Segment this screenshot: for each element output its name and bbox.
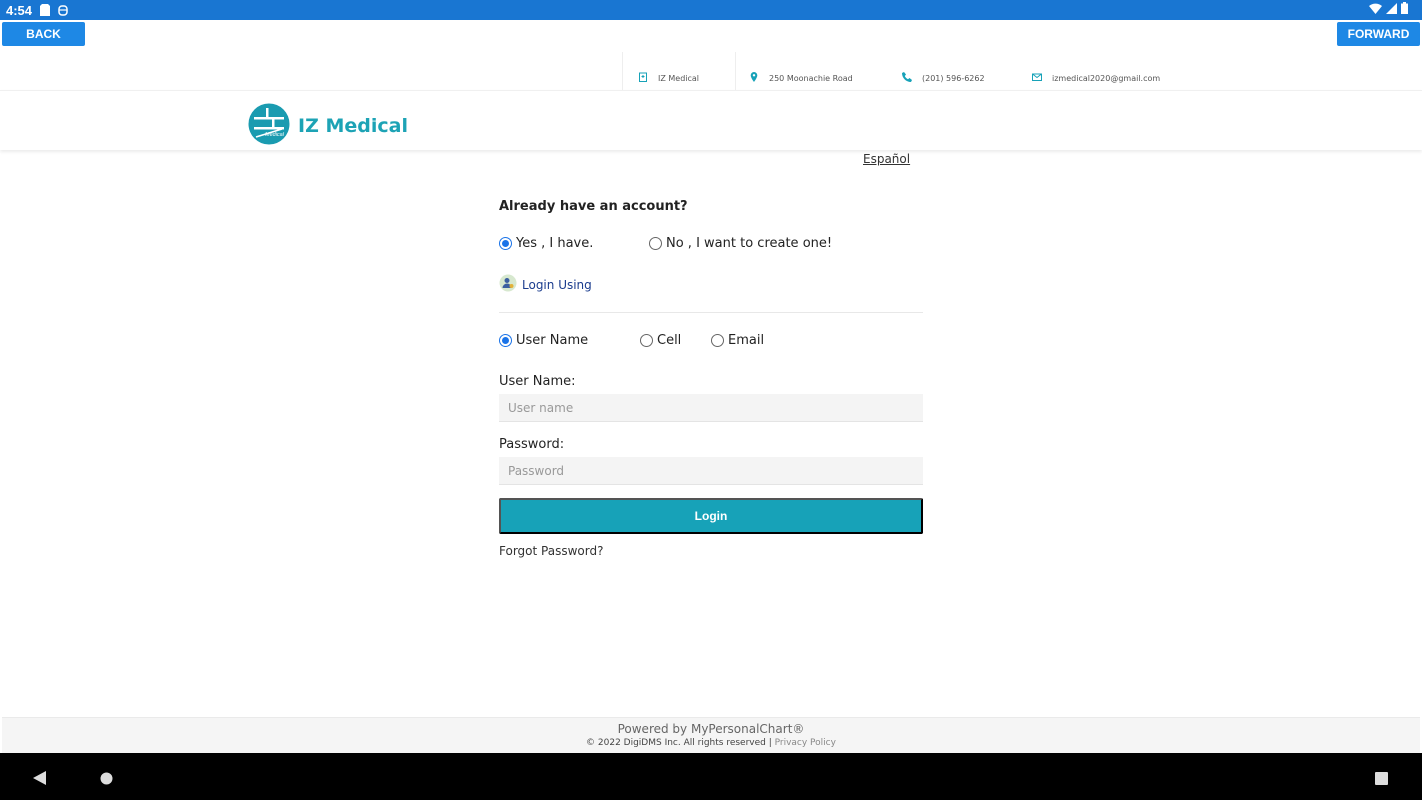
radio-label: User Name bbox=[516, 333, 589, 348]
back-button[interactable]: BACK bbox=[2, 22, 85, 46]
home-circle-icon[interactable] bbox=[100, 770, 113, 789]
battery-icon bbox=[1401, 2, 1408, 17]
system-nav-bar bbox=[0, 753, 1422, 800]
copyright-line: © 2022 DigiDMS Inc. All rights reserved … bbox=[2, 738, 1420, 748]
username-input[interactable]: User name bbox=[499, 394, 923, 422]
logo-icon: Medical bbox=[248, 103, 290, 149]
account-question: Already have an account? bbox=[499, 199, 688, 214]
hospital-icon bbox=[638, 72, 648, 84]
brand-name: IZ Medical bbox=[298, 115, 408, 137]
divider bbox=[735, 52, 736, 90]
divider bbox=[622, 52, 623, 90]
radio-method-cell[interactable]: Cell bbox=[640, 333, 681, 348]
sd-card-icon bbox=[40, 4, 51, 16]
radio-label: Email bbox=[728, 333, 765, 348]
radio-label: Cell bbox=[657, 333, 682, 348]
status-bar: 4:54 bbox=[0, 0, 1422, 20]
contact-email-text: izmedical2020@gmail.com bbox=[1052, 73, 1161, 83]
radio-button[interactable] bbox=[640, 334, 653, 347]
status-time: 4:54 bbox=[6, 2, 33, 18]
logo-small-text: Medical bbox=[265, 132, 285, 138]
footer: Powered by MyPersonalChart® © 2022 DigiD… bbox=[2, 717, 1420, 753]
site-header: Medical IZ Medical bbox=[0, 90, 1422, 150]
forward-button[interactable]: FORWARD bbox=[1337, 22, 1420, 46]
debug-icon bbox=[58, 4, 68, 16]
envelope-icon bbox=[1032, 72, 1042, 84]
divider bbox=[499, 312, 923, 313]
login-using-label: Login Using bbox=[522, 277, 592, 292]
username-label: User Name: bbox=[499, 374, 576, 389]
contact-email[interactable]: izmedical2020@gmail.com bbox=[1032, 72, 1160, 84]
contact-address: 250 Moonachie Road bbox=[749, 72, 853, 84]
recents-square-icon[interactable] bbox=[1375, 770, 1388, 789]
radio-method-email[interactable]: Email bbox=[711, 333, 764, 348]
radio-label: Yes , I have. bbox=[516, 236, 594, 251]
signal-icon bbox=[1386, 2, 1397, 17]
contact-bar: IZ Medical 250 Moonachie Road (201) 596-… bbox=[0, 52, 1422, 90]
login-using: Login Using bbox=[499, 274, 592, 295]
radio-method-username[interactable]: User Name bbox=[499, 333, 588, 348]
radio-create-account[interactable]: No , I want to create one! bbox=[649, 236, 832, 251]
forgot-password-link[interactable]: Forgot Password? bbox=[499, 544, 603, 558]
password-label: Password: bbox=[499, 437, 565, 452]
powered-by: Powered by MyPersonalChart® bbox=[617, 722, 805, 736]
language-link[interactable]: Español bbox=[863, 152, 910, 166]
phone-icon bbox=[902, 72, 912, 84]
logo[interactable]: Medical IZ Medical bbox=[248, 103, 408, 149]
radio-button[interactable] bbox=[649, 237, 662, 250]
radio-yes-have-account[interactable]: Yes , I have. bbox=[499, 236, 593, 251]
contact-address-text: 250 Moonachie Road bbox=[769, 73, 853, 83]
radio-label: No , I want to create one! bbox=[666, 236, 833, 251]
user-key-icon bbox=[499, 274, 517, 295]
radio-button[interactable] bbox=[711, 334, 724, 347]
contact-clinic-text: IZ Medical bbox=[658, 73, 700, 83]
privacy-policy-link[interactable]: Privacy Policy bbox=[775, 738, 836, 748]
radio-button[interactable] bbox=[499, 237, 512, 250]
wifi-icon bbox=[1369, 3, 1382, 17]
copyright-text: © 2022 DigiDMS Inc. All rights reserved … bbox=[586, 738, 775, 748]
map-pin-icon bbox=[749, 72, 759, 84]
back-triangle-icon[interactable] bbox=[33, 770, 46, 789]
login-button[interactable]: Login bbox=[499, 498, 923, 534]
contact-phone[interactable]: (201) 596-6262 bbox=[902, 72, 985, 84]
radio-button[interactable] bbox=[499, 334, 512, 347]
contact-phone-text: (201) 596-6262 bbox=[922, 73, 985, 83]
contact-clinic: IZ Medical bbox=[638, 72, 699, 84]
password-input[interactable]: Password bbox=[499, 457, 923, 485]
